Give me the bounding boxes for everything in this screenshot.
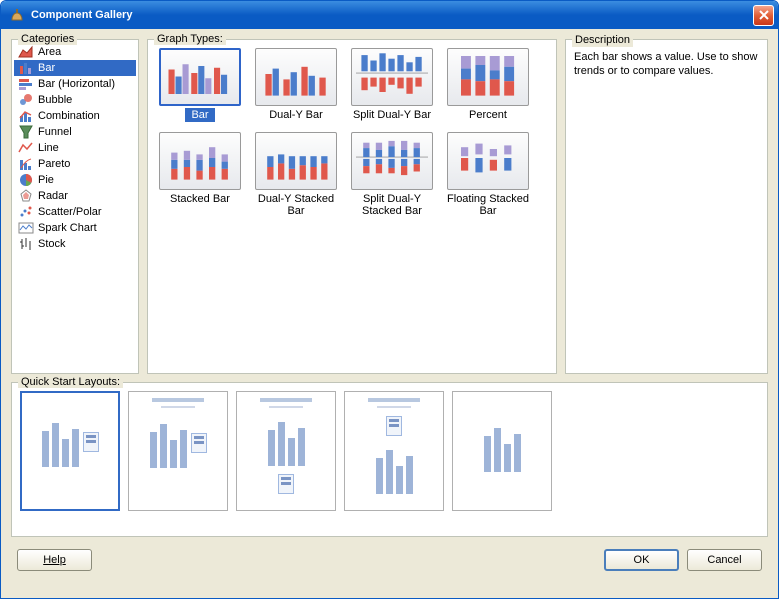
description-text: Each bar shows a value. Use to show tren… xyxy=(574,50,759,78)
window-title: Component Gallery xyxy=(31,9,753,21)
category-item-radar[interactable]: Radar xyxy=(14,188,136,204)
graph-type-label: Split Dual-Y Bar xyxy=(351,108,433,122)
categories-panel: Categories AreaBarBar (Horizontal)Bubble… xyxy=(11,39,139,374)
category-item-funnel[interactable]: Funnel xyxy=(14,124,136,140)
category-label: Bar (Horizontal) xyxy=(38,78,115,90)
graph-type-thumb xyxy=(351,48,433,106)
graph-type-bar[interactable]: Bar xyxy=(156,48,244,122)
category-label: Stock xyxy=(38,238,66,250)
category-item-bar[interactable]: Bar xyxy=(14,60,136,76)
ok-button[interactable]: OK xyxy=(604,549,679,571)
category-label: Combination xyxy=(38,110,100,122)
graph-type-thumb xyxy=(447,132,529,190)
category-label: Bar xyxy=(38,62,55,74)
category-item-spark[interactable]: Spark Chart xyxy=(14,220,136,236)
pareto-icon xyxy=(18,156,34,172)
bar-icon xyxy=(18,60,34,76)
graph-type-floating[interactable]: Floating Stacked Bar xyxy=(444,132,532,218)
layout-title-legend-bottom[interactable] xyxy=(236,391,336,511)
graph-type-thumb xyxy=(351,132,433,190)
category-label: Pie xyxy=(38,174,54,186)
spark-icon xyxy=(18,220,34,236)
scatter-icon xyxy=(18,204,34,220)
bubble-icon xyxy=(18,92,34,108)
graph-type-thumb xyxy=(255,48,337,106)
category-label: Pareto xyxy=(38,158,70,170)
category-item-line[interactable]: Line xyxy=(14,140,136,156)
category-label: Line xyxy=(38,142,59,154)
graph-type-dualystacked[interactable]: Dual-Y Stacked Bar xyxy=(252,132,340,218)
graph-type-stacked[interactable]: Stacked Bar xyxy=(156,132,244,218)
graph-type-label: Bar xyxy=(185,108,214,122)
graph-type-thumb xyxy=(447,48,529,106)
category-item-scatter[interactable]: Scatter/Polar xyxy=(14,204,136,220)
close-button[interactable] xyxy=(753,5,774,26)
category-label: Scatter/Polar xyxy=(38,206,102,218)
graph-types-panel: Graph Types: BarDual-Y BarSplit Dual-Y B… xyxy=(147,39,557,374)
category-label: Area xyxy=(38,46,61,58)
layout-title-legend-right[interactable] xyxy=(128,391,228,511)
layout-legend-right[interactable] xyxy=(20,391,120,511)
area-icon xyxy=(18,44,34,60)
graph-type-label: Dual-Y Bar xyxy=(267,108,325,122)
category-label: Funnel xyxy=(38,126,72,138)
graph-type-label: Dual-Y Stacked Bar xyxy=(252,192,340,218)
category-item-area[interactable]: Area xyxy=(14,44,136,60)
graph-types-label: Graph Types: xyxy=(154,33,226,45)
layout-title-legend-top[interactable] xyxy=(344,391,444,511)
funnel-icon xyxy=(18,124,34,140)
category-label: Radar xyxy=(38,190,68,202)
help-button[interactable]: Help xyxy=(17,549,92,571)
category-item-pareto[interactable]: Pareto xyxy=(14,156,136,172)
description-panel: Description Each bar shows a value. Use … xyxy=(565,39,768,374)
app-icon xyxy=(9,7,25,23)
graph-type-percent[interactable]: Percent xyxy=(444,48,532,122)
titlebar: Component Gallery xyxy=(1,1,778,29)
graph-type-label: Floating Stacked Bar xyxy=(444,192,532,218)
graph-type-thumb xyxy=(159,132,241,190)
category-item-pie[interactable]: Pie xyxy=(14,172,136,188)
radar-icon xyxy=(18,188,34,204)
category-item-stock[interactable]: Stock xyxy=(14,236,136,252)
dialog-content: Categories Area Bar Bar (Horizontal) Bubble… xyxy=(1,29,778,598)
category-item-hbar[interactable]: Bar (Horizontal) xyxy=(14,76,136,92)
description-label: Description xyxy=(572,33,633,47)
pie-icon xyxy=(18,172,34,188)
graph-type-splitdualy[interactable]: Split Dual-Y Bar xyxy=(348,48,436,122)
combo-icon xyxy=(18,108,34,124)
category-item-combo[interactable]: Combination xyxy=(14,108,136,124)
footer: Help OK Cancel xyxy=(11,545,768,575)
layouts-panel: Quick Start Layouts: xyxy=(11,382,768,537)
layout-bare[interactable] xyxy=(452,391,552,511)
graph-type-thumb xyxy=(255,132,337,190)
line-icon xyxy=(18,140,34,156)
categories-label: Categories xyxy=(18,33,77,45)
graph-type-dualy[interactable]: Dual-Y Bar xyxy=(252,48,340,122)
stock-icon xyxy=(18,236,34,252)
layouts-label: Quick Start Layouts: xyxy=(18,376,123,388)
hbar-icon xyxy=(18,76,34,92)
graph-type-label: Stacked Bar xyxy=(168,192,232,206)
graph-type-label: Percent xyxy=(467,108,509,122)
cancel-button[interactable]: Cancel xyxy=(687,549,762,571)
category-label: Spark Chart xyxy=(38,222,97,234)
graph-type-splitdualystacked[interactable]: Split Dual-Y Stacked Bar xyxy=(348,132,436,218)
graph-type-thumb xyxy=(159,48,241,106)
graph-type-label: Split Dual-Y Stacked Bar xyxy=(348,192,436,218)
category-label: Bubble xyxy=(38,94,72,106)
category-item-bubble[interactable]: Bubble xyxy=(14,92,136,108)
